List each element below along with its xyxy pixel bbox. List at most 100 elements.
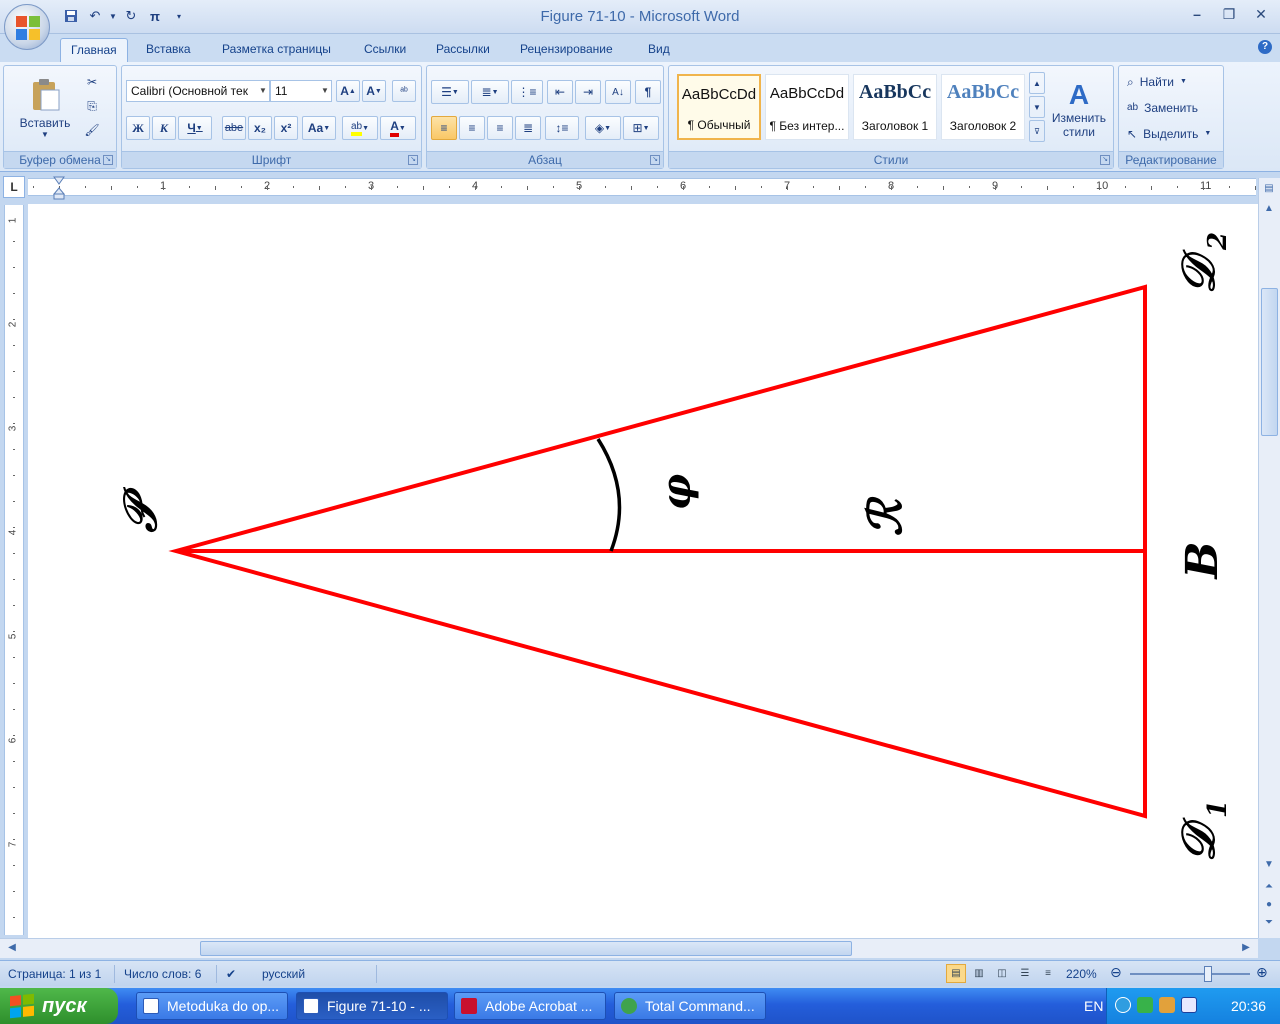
show-formatting-icon[interactable]: ¶ (635, 80, 661, 104)
select-button[interactable]: ↖ Выделить ▼ (1127, 124, 1211, 144)
tab-page-layout[interactable]: Разметка страницы (212, 38, 341, 62)
underline-icon[interactable]: Ч ▼ (178, 116, 212, 140)
zoom-slider-track[interactable] (1130, 973, 1250, 975)
sort-icon[interactable]: A↓ (605, 80, 631, 104)
font-size-dropdown-icon[interactable]: ▼ (319, 81, 331, 101)
styles-scroll-down-icon[interactable]: ▼ (1029, 96, 1045, 118)
font-launcher-icon[interactable]: ↘ (408, 155, 418, 165)
document-page[interactable]: 𝒫 φ ℛ B 𝒟 2 𝒟 1 (28, 204, 1258, 938)
subscript-icon[interactable]: x₂ (248, 116, 272, 140)
draft-view-icon[interactable]: ≡ (1038, 964, 1058, 983)
network-icon[interactable] (1137, 997, 1153, 1013)
horizontal-ruler[interactable]: 1234567891011 (28, 178, 1256, 196)
paragraph-launcher-icon[interactable]: ↘ (650, 155, 660, 165)
tab-home[interactable]: Главная (60, 38, 128, 62)
decrease-indent-icon[interactable]: ⇤ (547, 80, 573, 104)
cut-icon[interactable]: ✂ (82, 72, 102, 92)
vertical-ruler[interactable]: 1 2 3 4 5 6 7 (4, 205, 24, 935)
line-spacing-icon[interactable]: ↕≡ (545, 116, 579, 140)
style-heading-1[interactable]: AaBbCc Заголовок 1 (853, 74, 937, 140)
find-button[interactable]: ⌕ Найти ▼ (1127, 72, 1187, 92)
triangle-shape[interactable] (168, 284, 1147, 819)
language-indicator[interactable]: EN (1084, 998, 1103, 1014)
close-button[interactable]: ✕ (1248, 4, 1274, 24)
taskbar-item[interactable]: Adobe Acrobat ... (454, 992, 606, 1020)
page-count[interactable]: Страница: 1 из 1 (8, 967, 101, 981)
horizontal-scrollbar[interactable]: ◀ ▶ (0, 938, 1258, 958)
bold-icon[interactable]: Ж (126, 116, 150, 140)
tab-view[interactable]: Вид (638, 38, 680, 62)
style-heading-2[interactable]: AaBbCc Заголовок 2 (941, 74, 1025, 140)
zoom-in-icon[interactable]: ⊕ (1256, 964, 1268, 981)
styles-more-icon[interactable]: ⊽ (1029, 120, 1045, 142)
styles-launcher-icon[interactable]: ↘ (1100, 155, 1110, 165)
vertical-scroll-thumb[interactable] (1261, 288, 1278, 436)
web-layout-icon[interactable]: ◫ (992, 964, 1012, 983)
font-name-dropdown-icon[interactable]: ▼ (257, 81, 269, 101)
scroll-right-icon[interactable]: ▶ (1236, 939, 1256, 957)
tab-references[interactable]: Ссылки (354, 38, 416, 62)
style-no-spacing[interactable]: AaBbCcDd ¶ Без интер... (765, 74, 849, 140)
language-status[interactable]: русский (262, 967, 305, 981)
align-center-icon[interactable]: ≡ (459, 116, 485, 140)
bullets-icon[interactable]: ☰ ▼ (431, 80, 469, 104)
style-normal[interactable]: AaBbCcDd ¶ Обычный (677, 74, 761, 140)
borders-icon[interactable]: ⊞ ▼ (623, 116, 659, 140)
back-arrow-icon[interactable] (1115, 997, 1131, 1013)
vertical-scrollbar[interactable]: ▤ ▲ ▼ ⏶ ● ⏷ (1258, 178, 1280, 938)
restore-button[interactable]: ❐ (1216, 4, 1242, 24)
print-layout-view-icon[interactable]: ▤ (946, 964, 966, 983)
angle-arc[interactable] (596, 438, 622, 552)
zoom-out-icon[interactable]: ⊖ (1110, 964, 1122, 981)
superscript-icon[interactable]: x² (274, 116, 298, 140)
paste-button[interactable]: Вставить ▼ (10, 70, 80, 146)
help-icon[interactable]: ? (1258, 40, 1272, 54)
align-right-icon[interactable]: ≡ (487, 116, 513, 140)
grow-font-icon[interactable]: A ▲ (336, 80, 360, 102)
copy-icon[interactable]: ⎘ (82, 96, 102, 116)
office-button[interactable] (4, 4, 50, 50)
media-player-icon[interactable] (1181, 997, 1197, 1013)
strikethrough-icon[interactable]: abe (222, 116, 246, 140)
zoom-level[interactable]: 220% (1066, 967, 1097, 981)
shading-icon[interactable]: ◈ ▼ (585, 116, 621, 140)
horizontal-scroll-thumb[interactable] (200, 941, 852, 956)
replace-button[interactable]: ab Заменить (1127, 98, 1198, 118)
shrink-font-icon[interactable]: A ▼ (362, 80, 386, 102)
spellcheck-icon[interactable]: ✔ (226, 967, 236, 981)
scroll-left-icon[interactable]: ◀ (2, 939, 22, 957)
zoom-slider-thumb[interactable] (1204, 966, 1212, 982)
styles-scroll-up-icon[interactable]: ▲ (1029, 72, 1045, 94)
figure-drawing[interactable]: 𝒫 φ ℛ B 𝒟 2 𝒟 1 (28, 204, 1258, 938)
taskbar-item[interactable]: Total Command... (614, 992, 766, 1020)
format-painter-icon[interactable]: 🖌 (82, 120, 102, 140)
word-count[interactable]: Число слов: 6 (124, 967, 201, 981)
italic-icon[interactable]: К (152, 116, 176, 140)
outline-view-icon[interactable]: ☰ (1015, 964, 1035, 983)
tab-mailings[interactable]: Рассылки (426, 38, 500, 62)
change-styles-button[interactable]: A Изменить стили (1047, 70, 1111, 148)
full-screen-reading-icon[interactable]: ▥ (969, 964, 989, 983)
tab-insert[interactable]: Вставка (136, 38, 201, 62)
scroll-down-icon[interactable]: ▼ (1259, 856, 1279, 874)
numbering-icon[interactable]: ≣ ▼ (471, 80, 509, 104)
scroll-up-icon[interactable]: ▲ (1259, 200, 1279, 218)
ruler-toggle-icon[interactable]: ▤ (1259, 180, 1279, 198)
taskbar-item[interactable]: Metoduka do op... (136, 992, 288, 1020)
clear-formatting-icon[interactable]: ᵃᵇ (392, 80, 416, 102)
security-icon[interactable] (1159, 997, 1175, 1013)
next-page-icon[interactable]: ⏷ (1259, 914, 1279, 932)
start-button[interactable]: пуск (0, 988, 118, 1024)
justify-icon[interactable]: ≣ (515, 116, 541, 140)
font-color-icon[interactable]: A ▼ (380, 116, 416, 140)
minimize-button[interactable]: – (1184, 4, 1210, 24)
previous-page-icon[interactable]: ⏶ (1259, 878, 1279, 896)
indent-marker-icon[interactable] (53, 176, 65, 200)
font-size-field[interactable]: 11 ▼ (270, 80, 332, 102)
taskbar-item[interactable]: Figure 71-10 - ... (296, 992, 448, 1020)
tab-selector-button[interactable]: L (3, 176, 25, 198)
highlight-icon[interactable]: ab ▼ (342, 116, 378, 140)
clipboard-launcher-icon[interactable]: ↘ (103, 155, 113, 165)
change-case-icon[interactable]: Aa ▼ (302, 116, 336, 140)
align-left-icon[interactable]: ≡ (431, 116, 457, 140)
